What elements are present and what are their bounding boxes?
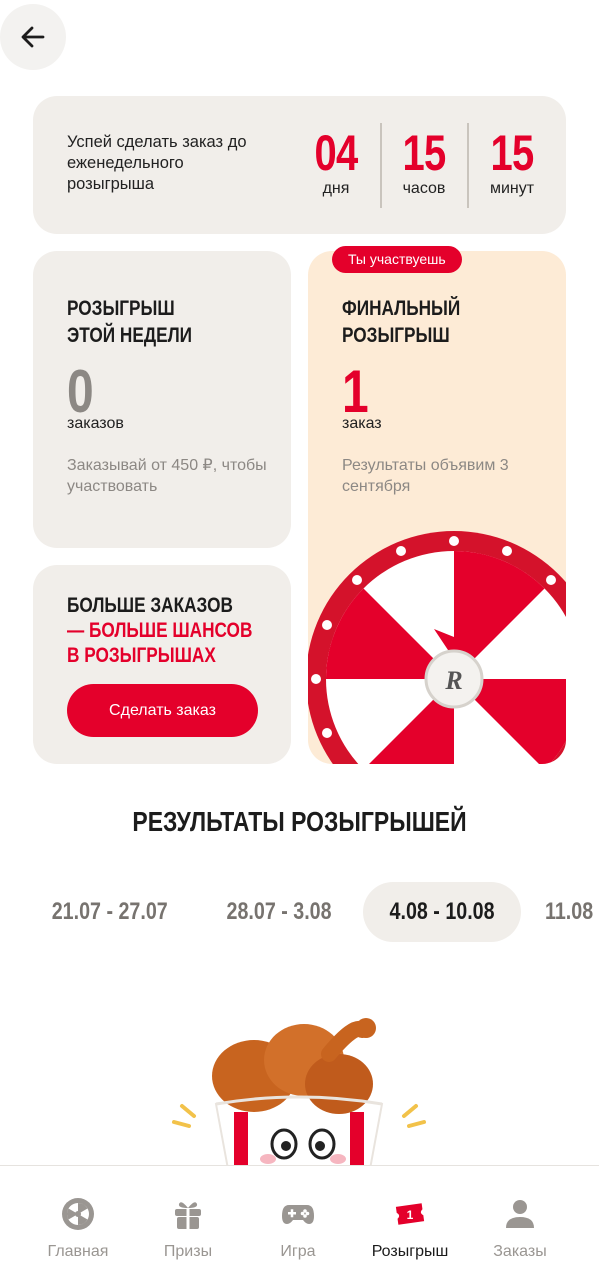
results-period-tabs: 21.07 - 27.07 28.07 - 3.08 4.08 - 10.08 … — [0, 882, 599, 942]
countdown-hours: 15 часов — [380, 126, 468, 198]
final-order-count: 1 — [342, 358, 369, 425]
make-order-button[interactable]: Сделать заказ — [67, 684, 258, 737]
nav-label: Заказы — [493, 1243, 547, 1260]
nav-item-prizes[interactable]: Призы — [133, 1166, 243, 1280]
svg-text:1: 1 — [407, 1208, 414, 1222]
minutes-label: минут — [489, 180, 535, 197]
countdown-card: Успей сделать заказ до еженедельного роз… — [33, 96, 566, 234]
days-label: дня — [322, 180, 350, 197]
nav-item-draw[interactable]: 1 Розыгрыш — [355, 1166, 465, 1280]
final-draw-title: Финальный розыгрыш — [342, 297, 461, 347]
weekly-draw-card: Розыгрыш этой недели 0 заказов Заказывай… — [33, 251, 291, 548]
user-icon — [506, 1200, 534, 1228]
period-tab[interactable]: 28.07 - 3.08 — [200, 882, 358, 942]
more-orders-title: Больше заказов — больше шансов в розыгры… — [67, 594, 253, 667]
nav-item-orders[interactable]: Заказы — [465, 1166, 575, 1280]
nav-label: Призы — [163, 1243, 213, 1260]
nav-label: Розыгрыш — [371, 1243, 449, 1260]
countdown-minutes: 15 минут — [468, 126, 556, 198]
chicken-bucket-mascot — [172, 1018, 426, 1169]
final-hint: Результаты объявим 3 сентября — [342, 457, 509, 495]
results-title: Результаты розыгрышей — [132, 806, 467, 837]
gamepad-icon — [282, 1205, 314, 1224]
final-order-label: заказ — [342, 415, 382, 432]
wheel-icon — [62, 1198, 94, 1230]
nav-item-game[interactable]: Игра — [243, 1166, 353, 1280]
nav-item-home[interactable]: Главная — [23, 1166, 133, 1280]
weekly-order-label: заказов — [67, 415, 124, 432]
svg-text:R: R — [444, 666, 462, 695]
weekly-order-count: 0 — [67, 358, 94, 425]
final-draw-card[interactable]: Финальный розыгрыш 1 заказ Результаты об… — [308, 251, 566, 764]
more-orders-card: Больше заказов — больше шансов в розыгры… — [33, 565, 291, 764]
participating-badge: Ты участвуешь — [332, 246, 462, 273]
bottom-navigation: Главная Призы Игра 1 Розыгрыш Заказы — [0, 1165, 599, 1280]
minutes-value: 15 — [490, 125, 535, 181]
arrow-left-icon — [21, 26, 45, 48]
countdown-text: Успей сделать заказ до еженедельного роз… — [67, 133, 247, 193]
period-tab[interactable]: 11.08 — [545, 882, 599, 942]
weekly-hint: Заказывай от 450 ₽, чтобы участвовать — [67, 457, 267, 495]
ticket-icon: 1 — [395, 1203, 425, 1225]
countdown-days: 04 дня — [292, 126, 380, 198]
period-tab-active[interactable]: 4.08 - 10.08 — [363, 882, 521, 942]
back-button[interactable] — [0, 4, 66, 70]
weekly-draw-title: Розыгрыш этой недели — [67, 297, 193, 347]
mascot-image — [134, 994, 464, 1169]
nav-label: Главная — [47, 1243, 109, 1260]
hours-label: часов — [402, 180, 446, 197]
prize-wheel-illustration: R — [308, 531, 566, 764]
hours-value: 15 — [402, 125, 447, 181]
nav-label: Игра — [280, 1243, 316, 1260]
period-tab[interactable]: 21.07 - 27.07 — [30, 882, 190, 942]
gift-icon — [175, 1202, 201, 1229]
days-value: 04 — [314, 125, 359, 181]
